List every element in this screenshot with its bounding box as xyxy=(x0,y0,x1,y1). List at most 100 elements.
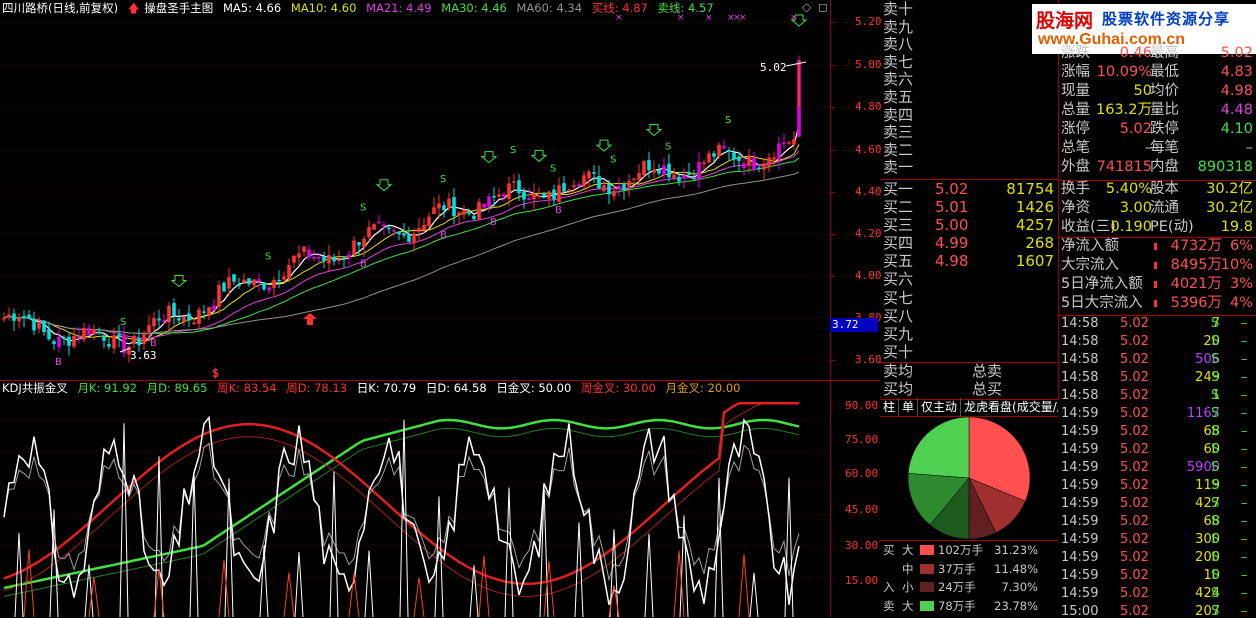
candle-body xyxy=(432,207,436,215)
tab-dragon-tiger[interactable]: 龙虎看盘(成交量/股 xyxy=(961,398,1058,416)
tick-dash: – xyxy=(1241,442,1248,457)
candlestick-svg[interactable]: SSSSSSSSSBBBBBB× × × ××× × xyxy=(0,0,880,380)
sell-arrow-icon xyxy=(645,124,663,137)
tick-row[interactable]: 14:59 5.02 300 S – xyxy=(1058,531,1256,549)
candle-body xyxy=(182,316,186,323)
tick-list[interactable]: 14:58 5.02 7 S –14:58 5.02 20 S –14:58 5.02 506 S –1… xyxy=(1058,315,1256,617)
ma60-line xyxy=(3,171,800,334)
tick-row[interactable]: 14:59 5.02 424 S – xyxy=(1058,585,1256,603)
tick-row[interactable]: 14:58 5.02 506 S – xyxy=(1058,351,1256,369)
tick-row[interactable]: 14:59 5.02 119 S – xyxy=(1058,477,1256,495)
candle-body xyxy=(192,322,196,325)
tick-time: 14:59 xyxy=(1061,406,1099,421)
candle-body xyxy=(402,233,406,236)
info-key: 流通 xyxy=(1150,200,1179,216)
sell-level-label: 卖八 xyxy=(883,35,914,54)
info-key: 最低 xyxy=(1150,64,1179,80)
info-value: 741815 xyxy=(1096,159,1152,175)
candle-body xyxy=(12,313,16,321)
price-axis-tick: 5.20 xyxy=(855,15,882,28)
tab-active-only[interactable]: 仅主动 xyxy=(918,398,962,416)
buy-level-label: 买七 xyxy=(883,288,914,307)
tick-row[interactable]: 14:59 5.02 200 S – xyxy=(1058,549,1256,567)
flow-value: 4732万 xyxy=(1170,238,1222,254)
kdj-chart-panel[interactable]: KDJ共振金叉 月K: 91.92 月D: 89.65 周K: 83.54 周D… xyxy=(0,380,880,617)
candle-body xyxy=(312,256,316,259)
candle-body xyxy=(672,174,676,178)
tick-side: S xyxy=(1211,550,1220,565)
tick-row[interactable]: 14:59 5.02 427 S – xyxy=(1058,495,1256,513)
tick-row[interactable]: 14:59 5.02 68 S – xyxy=(1058,423,1256,441)
candle-body xyxy=(42,320,46,332)
info-value: 0.46 xyxy=(1119,45,1152,61)
tick-row[interactable]: 14:58 5.02 20 S – xyxy=(1058,333,1256,351)
sell-signal-marker: S xyxy=(265,251,271,262)
candle-body xyxy=(22,315,26,318)
tick-row[interactable]: 14:59 5.02 10 S – xyxy=(1058,567,1256,585)
buy-level-row: 买二 5.01 1426 xyxy=(880,198,1058,216)
tab-bar-chart[interactable]: 柱 xyxy=(880,398,900,416)
tick-time: 14:58 xyxy=(1061,334,1099,349)
candle-body xyxy=(457,212,461,216)
sell-level-row: 卖七 xyxy=(880,52,1058,72)
total-label: 总卖 xyxy=(972,362,1003,380)
info-row: 总量 163.2万 量比 4.48 xyxy=(1058,101,1256,120)
tick-dash: – xyxy=(1241,388,1248,403)
tick-row[interactable]: 14:59 5.02 68 S – xyxy=(1058,513,1256,531)
candle-body xyxy=(747,156,751,166)
top-cross-marker: × xyxy=(677,13,685,23)
tick-time: 14:59 xyxy=(1061,586,1099,601)
tick-row[interactable]: 14:59 5.02 1167 S – xyxy=(1058,405,1256,423)
flow-bar xyxy=(1154,262,1157,269)
tick-price: 5.02 xyxy=(1120,370,1149,385)
candle-body xyxy=(767,157,771,167)
candle-body xyxy=(297,253,301,258)
candle-body xyxy=(487,196,491,208)
tick-price: 5.02 xyxy=(1120,406,1149,421)
pie-legend-amount: 78万手 xyxy=(938,598,976,613)
tick-row[interactable]: 14:59 5.02 60 S – xyxy=(1058,441,1256,459)
order-book: 卖十 卖九 卖八 卖七 卖六 卖五 卖四 卖三 卖二 卖一 买一 5.02 81754 买二 5.01 14… xyxy=(880,0,1059,400)
sell-arrow-icon xyxy=(170,274,188,288)
tick-price: 5.02 xyxy=(1120,496,1149,511)
tick-time: 14:58 xyxy=(1061,388,1099,403)
avg-label: 买均 xyxy=(883,379,914,398)
candle-body xyxy=(282,276,286,280)
flow-label: 5日大宗流入 xyxy=(1061,295,1143,311)
candle-body xyxy=(692,177,696,180)
info-row: 总笔 – 每笔 – xyxy=(1058,139,1256,158)
candle-body xyxy=(252,279,256,286)
candle-body xyxy=(357,242,361,246)
tick-side: S xyxy=(1211,532,1220,547)
tab-single[interactable]: 单 xyxy=(899,398,919,416)
tick-row[interactable]: 14:58 5.02 7 S – xyxy=(1058,315,1256,333)
tick-row[interactable]: 14:58 5.02 1 S – xyxy=(1058,387,1256,405)
pie-legend-row: 中 37万手 11.48% xyxy=(880,560,1058,579)
tick-row[interactable]: 14:59 5.02 5900 S – xyxy=(1058,459,1256,477)
candle-body xyxy=(567,189,571,192)
main-chart-panel[interactable]: 四川路桥(日线,前复权) 🡅 操盘圣手主图 MA5: 4.66 MA10: 4.… xyxy=(0,0,882,381)
tick-price: 5.02 xyxy=(1120,514,1149,529)
buy-signal-marker: B xyxy=(555,205,562,216)
tick-price: 5.02 xyxy=(1120,424,1149,439)
info-value: 30.2亿 xyxy=(1206,181,1253,197)
quote-panel: 卖十 卖九 卖八 卖七 卖六 卖五 卖四 卖三 卖二 卖一 买一 5.02 81754 买二 5.01 14… xyxy=(880,0,1256,617)
avg-label: 卖均 xyxy=(883,362,914,380)
top-cross-marker: × xyxy=(739,13,747,23)
info-key: 最高 xyxy=(1150,45,1179,61)
price-axis-tick-mark xyxy=(831,107,835,108)
sell-level-label: 卖十 xyxy=(883,0,914,18)
candle-body xyxy=(57,336,61,348)
candle-body xyxy=(462,210,466,215)
pie-legend-amount: 24万手 xyxy=(938,580,976,594)
tick-row[interactable]: 14:58 5.02 249 S – xyxy=(1058,369,1256,387)
day-cross-spike xyxy=(119,423,129,617)
kdj-svg[interactable] xyxy=(0,380,880,617)
tick-row[interactable]: 15:00 5.02 207 S – xyxy=(1058,603,1256,617)
info-key: 收益(三) xyxy=(1061,219,1116,235)
sell-level-label: 卖七 xyxy=(883,52,914,71)
buy-level-row: 买四 4.99 268 xyxy=(880,234,1058,252)
candle-body xyxy=(72,336,76,347)
candle-body xyxy=(217,285,221,307)
tick-side: S xyxy=(1211,586,1220,601)
